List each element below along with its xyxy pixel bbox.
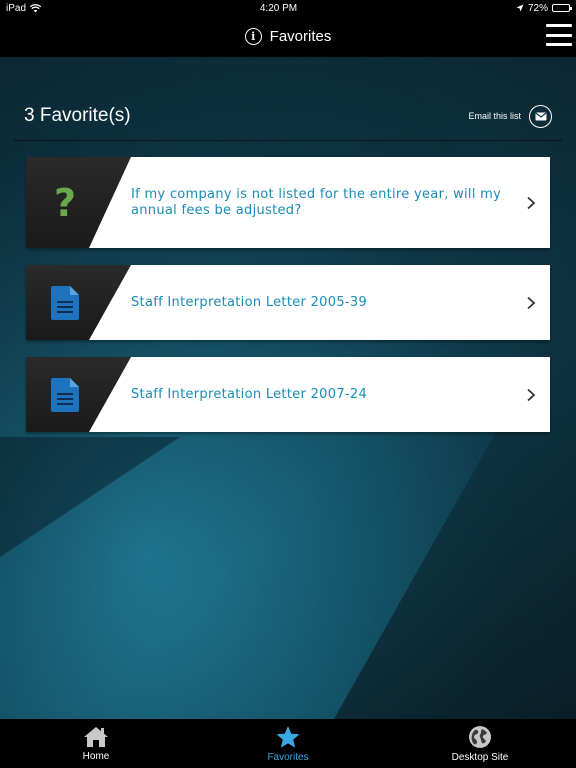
document-icon bbox=[50, 285, 80, 321]
tab-bar: Home Favorites Desktop Site bbox=[0, 719, 576, 768]
star-icon bbox=[276, 725, 300, 748]
info-icon[interactable]: i bbox=[244, 28, 262, 45]
nav-bar: i Favorites bbox=[0, 16, 576, 57]
status-right: 72% bbox=[516, 2, 572, 14]
status-bar: iPad 4:20 PM 72% bbox=[0, 0, 576, 16]
favorite-title: If my company is not listed for the enti… bbox=[131, 186, 502, 218]
header-divider bbox=[14, 140, 562, 141]
battery-icon bbox=[552, 4, 572, 12]
tab-favorites[interactable]: Favorites bbox=[192, 719, 384, 768]
favorite-title: Staff Interpretation Letter 2005-39 bbox=[131, 294, 368, 310]
device-label: iPad bbox=[6, 2, 27, 14]
chevron-right-icon bbox=[526, 196, 536, 210]
favorite-item-document[interactable]: Staff Interpretation Letter 2007-24 bbox=[26, 357, 550, 432]
menu-line bbox=[546, 43, 572, 46]
main-content: 3 Favorite(s) Email this list ? If my co… bbox=[0, 57, 576, 719]
favorites-header: 3 Favorite(s) Email this list bbox=[24, 101, 552, 131]
favorite-title: Staff Interpretation Letter 2007-24 bbox=[131, 386, 368, 402]
favorites-count: 3 Favorite(s) bbox=[24, 105, 131, 126]
hamburger-menu-icon[interactable] bbox=[546, 24, 572, 46]
tab-label: Desktop Site bbox=[451, 751, 509, 763]
home-icon bbox=[84, 726, 108, 747]
status-time: 4:20 PM bbox=[259, 2, 298, 14]
wifi-icon bbox=[30, 3, 42, 12]
favorite-item-document[interactable]: Staff Interpretation Letter 2005-39 bbox=[26, 265, 550, 340]
globe-icon bbox=[469, 725, 491, 748]
document-icon bbox=[50, 377, 80, 413]
tab-desktop-site[interactable]: Desktop Site bbox=[384, 719, 576, 768]
chevron-right-icon bbox=[526, 388, 536, 402]
email-list-label: Email this list bbox=[468, 111, 521, 121]
nav-title-group: i Favorites bbox=[244, 28, 332, 45]
email-list-button[interactable]: Email this list bbox=[468, 104, 552, 128]
question-icon: ? bbox=[53, 180, 77, 225]
tab-home[interactable]: Home bbox=[0, 719, 192, 768]
page-title: Favorites bbox=[269, 28, 332, 45]
battery-percent: 72% bbox=[527, 2, 548, 14]
favorite-item-question[interactable]: ? If my company is not listed for the en… bbox=[26, 157, 550, 248]
menu-line bbox=[546, 33, 572, 37]
menu-line bbox=[546, 24, 572, 27]
chevron-right-icon bbox=[526, 296, 536, 310]
tab-label: Home bbox=[82, 750, 110, 762]
location-arrow-icon bbox=[516, 4, 524, 12]
tab-label: Favorites bbox=[267, 751, 309, 763]
status-left: iPad bbox=[6, 2, 42, 14]
envelope-icon[interactable] bbox=[529, 104, 552, 128]
